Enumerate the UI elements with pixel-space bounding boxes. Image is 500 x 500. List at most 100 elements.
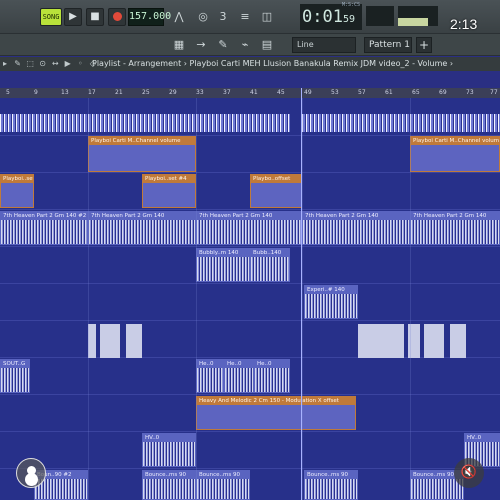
audio-clip[interactable]: He..0: [254, 359, 290, 393]
audio-clip[interactable]: [450, 324, 466, 358]
audio-clip[interactable]: Bubb..140: [250, 248, 290, 282]
step-edit-icon[interactable]: ≡: [238, 10, 252, 24]
clip-label: Playboi..set #4: [143, 175, 195, 183]
playlist-header: ▸ ✎ ⬚ ⊙ ↔ ▶ ◦ ◇ Playlist - Arrangement ›…: [0, 57, 500, 71]
audio-clip[interactable]: 7th Heaven Part 2 Gm 140: [88, 211, 196, 245]
pencil-icon[interactable]: ✎: [216, 38, 230, 52]
bar-number: 9: [34, 89, 38, 96]
clip-label: Playbo..offset: [251, 175, 301, 183]
time-fraction: 59: [342, 14, 355, 25]
track-divider: [0, 246, 500, 247]
clip-label: 7th Heaven Part 2 Gm 140: [197, 212, 301, 220]
clip-label: SOUT..G: [1, 360, 29, 368]
bar-number: 17: [88, 89, 96, 96]
grid-line: [410, 98, 411, 500]
audio-clip[interactable]: He..0: [196, 359, 224, 393]
audio-clip[interactable]: SOUT..G: [0, 359, 30, 393]
bar-number: 57: [358, 89, 366, 96]
bar-number: 37: [223, 89, 231, 96]
time-value: 0:01: [302, 7, 343, 27]
automation-clip[interactable]: Playbo..offset: [250, 174, 302, 208]
song-mode-button[interactable]: SONG: [40, 8, 62, 26]
grid-line: [302, 98, 303, 500]
wait-input-icon[interactable]: ◎: [196, 10, 210, 24]
mute-button[interactable]: 🔇: [454, 458, 484, 488]
audio-clip-waveform[interactable]: [0, 114, 290, 132]
mute-tool-icon[interactable]: ◦: [75, 57, 85, 71]
grid-line: [88, 98, 89, 500]
speaker-muted-icon: 🔇: [460, 465, 478, 480]
audio-clip[interactable]: [100, 324, 120, 358]
audio-clip[interactable]: Experi..# 140: [304, 285, 358, 319]
clip-label: Bounce..ms 90: [143, 471, 195, 479]
track-divider: [0, 283, 500, 284]
bar-number: 53: [331, 89, 339, 96]
audio-clip[interactable]: He..0: [224, 359, 254, 393]
metronome-icon[interactable]: ⋀: [172, 10, 186, 24]
audio-clip[interactable]: 7th Heaven Part 2 Gm 140: [302, 211, 410, 245]
audio-clip[interactable]: [126, 324, 142, 358]
track-divider: [0, 468, 500, 469]
audio-clip[interactable]: HV..0: [142, 433, 196, 467]
clip-label: 7th Heaven Part 2 Gm 140 #2: [1, 212, 87, 220]
audio-clip[interactable]: 7th Heaven Part 2 Gm 140: [196, 211, 302, 245]
bar-number: 33: [196, 89, 204, 96]
automation-clip[interactable]: Playboi Carti M..Channel volume: [88, 136, 196, 172]
slip-tool-icon[interactable]: ↔: [50, 57, 60, 71]
clip-label: Experi..# 140: [305, 286, 357, 294]
clip-label: Bounce..ms 90: [197, 471, 249, 479]
track-divider: [0, 172, 500, 173]
bar-number: 49: [304, 89, 312, 96]
countdown-icon[interactable]: 3: [216, 10, 230, 24]
audio-clip[interactable]: [88, 324, 96, 358]
video-time-overlay: 2:13: [450, 16, 478, 32]
profile-avatar[interactable]: [16, 458, 46, 488]
add-pattern-button[interactable]: +: [416, 37, 432, 53]
keyboard-icon[interactable]: ▦: [172, 38, 186, 52]
play-tool-icon[interactable]: ▶: [63, 57, 73, 71]
clip-label: HV..0: [465, 434, 499, 442]
automation-clip[interactable]: Heavy And Melodic 2 Cm 150 - Modulation …: [196, 396, 356, 430]
grid-icon[interactable]: ▤: [260, 38, 274, 52]
bar-number: 73: [466, 89, 474, 96]
clip-label: Bubbly..m 140: [197, 249, 249, 257]
track-divider: [0, 209, 500, 210]
loop-record-icon[interactable]: ◫: [260, 10, 274, 24]
tool-toolbar: ▦ → ✎ ⌁ ▤ Line Pattern 1 +: [0, 34, 500, 56]
audio-clip[interactable]: [424, 324, 444, 358]
clip-label: He..0: [255, 360, 289, 368]
menu-arrow-icon[interactable]: ▸: [0, 57, 10, 71]
select-tool-icon[interactable]: ⬚: [25, 57, 35, 71]
paint-icon[interactable]: ⌁: [238, 38, 252, 52]
cpu-meter: [398, 6, 438, 26]
record-button[interactable]: [108, 8, 126, 26]
oscilloscope: [366, 6, 394, 26]
timeline-ruler[interactable]: 5 9 13 17 21 25 29 33 37 41 45 49 53 57 …: [0, 88, 500, 98]
clip-label: He..0: [197, 360, 223, 368]
pattern-select[interactable]: Pattern 1: [364, 37, 412, 53]
draw-tool-icon[interactable]: ✎: [13, 57, 23, 71]
automation-clip[interactable]: Playboi..set #4: [142, 174, 196, 208]
audio-clip[interactable]: Bounce..ms 90: [304, 470, 358, 500]
audio-clip-waveform[interactable]: [302, 114, 500, 132]
tempo-display[interactable]: 157.000: [128, 8, 171, 26]
audio-clip[interactable]: Bubbly..m 140: [196, 248, 250, 282]
playhead-marker[interactable]: [301, 88, 302, 500]
clip-label: He..0: [225, 360, 253, 368]
audio-clip[interactable]: Bounce..ms 90: [196, 470, 250, 500]
clip-label: 7th Heaven Part 2 Gm 140: [303, 212, 409, 220]
grid-line: [196, 98, 197, 500]
play-button[interactable]: ▶: [64, 8, 82, 26]
audio-clip[interactable]: 7th Heaven Part 2 Gm 140: [410, 211, 500, 245]
audio-clip[interactable]: Bounce..ms 90: [142, 470, 196, 500]
automation-clip[interactable]: Playboi..set #1: [0, 174, 34, 208]
zoom-tool-icon[interactable]: ⊙: [38, 57, 48, 71]
snap-select[interactable]: Line: [292, 37, 356, 53]
audio-clip[interactable]: 7th Heaven Part 2 Gm 140 #2: [0, 211, 88, 245]
clip-label: Bubb..140: [251, 249, 289, 257]
stop-button[interactable]: ■: [86, 8, 104, 26]
arrow-icon[interactable]: →: [194, 38, 208, 52]
automation-clip[interactable]: Playboi Carti M..Channel volume: [410, 136, 500, 172]
audio-clip[interactable]: [358, 324, 404, 358]
bar-number: 45: [277, 89, 285, 96]
